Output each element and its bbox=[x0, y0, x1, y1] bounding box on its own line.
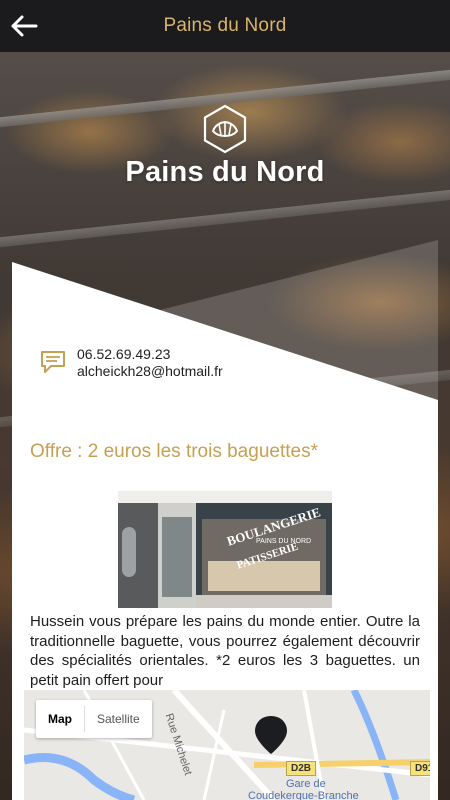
map-toggle-map[interactable]: Map bbox=[36, 700, 84, 738]
map-view[interactable]: Map Satellite Rue Michelet D2B D91 Gare … bbox=[24, 690, 430, 800]
chat-bubble-icon bbox=[41, 351, 65, 373]
phone-number-link[interactable]: 06.52.69.49.23 bbox=[77, 346, 223, 363]
croissant-hexagon-icon bbox=[203, 104, 247, 154]
road-shield-d2b: D2B bbox=[286, 761, 317, 776]
card-diagonal-edge bbox=[12, 240, 438, 405]
description-text: Hussein vous prépare les pains du monde … bbox=[30, 613, 420, 689]
email-link[interactable]: alcheickh28@hotmail.fr bbox=[77, 363, 223, 380]
offer-title: Offre : 2 euros les trois baguettes* bbox=[30, 441, 318, 462]
top-navigation-bar: Pains du Nord bbox=[0, 0, 450, 52]
contact-block: 06.52.69.49.23 alcheickh28@hotmail.fr bbox=[40, 346, 223, 380]
app-title: Pains du Nord bbox=[163, 15, 287, 36]
map-type-toggle: Map Satellite bbox=[36, 700, 152, 738]
storefront-image: BOULANGERIE PAINS DU NORD PATISSERIE bbox=[118, 491, 332, 608]
map-toggle-satellite[interactable]: Satellite bbox=[85, 700, 152, 738]
back-button[interactable] bbox=[8, 10, 40, 42]
road-shield-d91: D91 bbox=[410, 761, 430, 776]
map-pin-icon[interactable] bbox=[253, 714, 289, 756]
page-heading: Pains du Nord bbox=[125, 156, 325, 188]
place-label-line2: Coudekerque-Branche bbox=[248, 790, 359, 800]
arrow-left-icon bbox=[11, 15, 38, 37]
place-label-line1: Gare de bbox=[286, 778, 326, 790]
